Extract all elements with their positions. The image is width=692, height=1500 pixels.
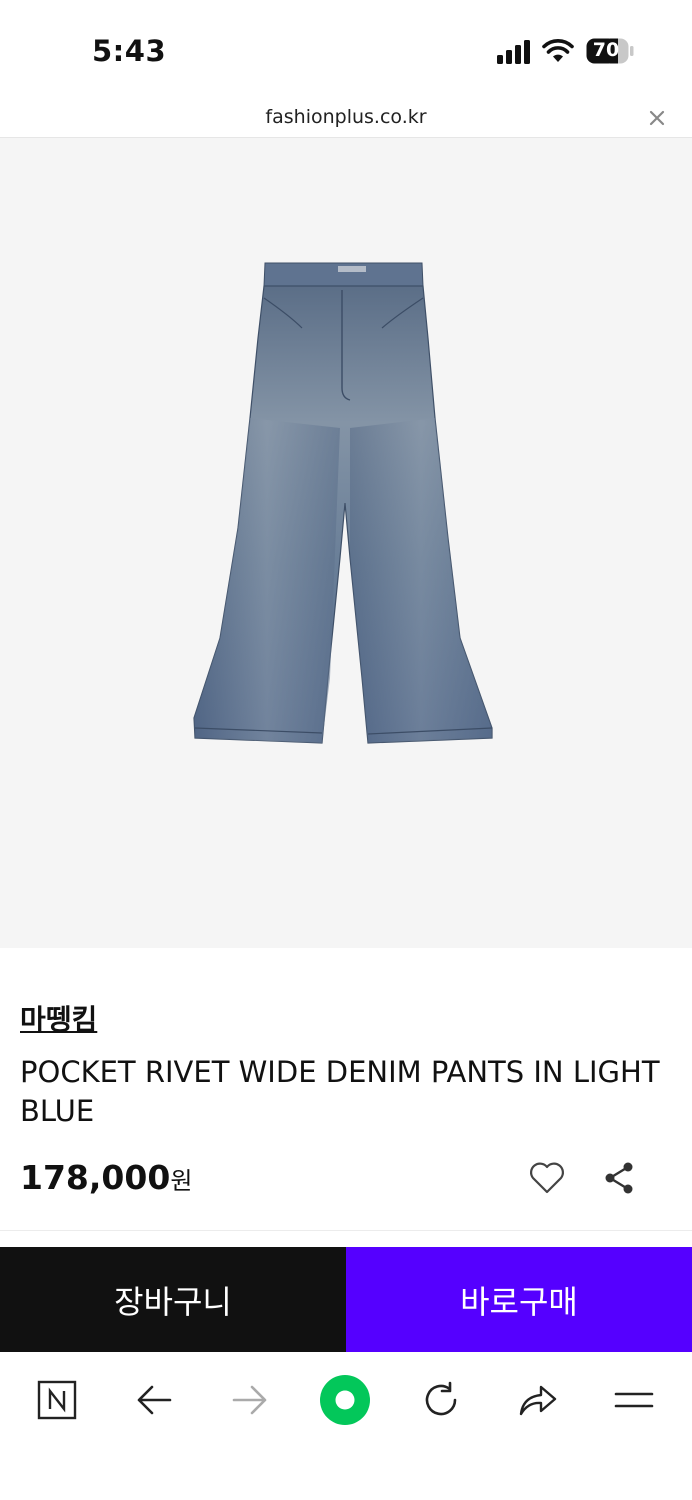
green-dot-icon [320, 1375, 370, 1425]
product-image-area[interactable] [0, 138, 692, 948]
share-page-button[interactable] [512, 1374, 564, 1426]
menu-icon [614, 1392, 654, 1408]
heart-icon[interactable] [528, 1160, 566, 1196]
close-icon[interactable] [647, 108, 667, 128]
menu-button[interactable] [608, 1374, 660, 1426]
share-icon[interactable] [602, 1160, 636, 1196]
back-button[interactable] [128, 1374, 180, 1426]
brand-link[interactable]: 마뗑킴 [20, 998, 97, 1038]
purchase-bar: 장바구니 바로구매 [0, 1247, 692, 1352]
price-value: 178,000 [20, 1158, 171, 1197]
product-name: POCKET RIVET WIDE DENIM PANTS IN LIGHT B… [20, 1055, 660, 1128]
jeans-photo [193, 262, 493, 744]
refresh-button[interactable] [415, 1374, 467, 1426]
url-bar[interactable]: fashionplus.co.kr [0, 100, 692, 138]
naver-home-button[interactable] [31, 1374, 83, 1426]
add-to-cart-button[interactable]: 장바구니 [0, 1247, 346, 1352]
battery-level: 70 [592, 39, 620, 61]
share-arrow-icon [519, 1385, 557, 1416]
forward-button[interactable] [224, 1374, 276, 1426]
green-dot-button[interactable] [319, 1374, 371, 1426]
naver-home-icon [37, 1380, 77, 1420]
wifi-icon [542, 39, 574, 62]
status-bar: 5:43 70 [0, 0, 692, 100]
divider [0, 1230, 692, 1231]
product-price: 178,000원 [20, 1158, 192, 1197]
price-currency: 원 [170, 1167, 193, 1195]
buy-now-button[interactable]: 바로구매 [346, 1247, 692, 1352]
cellular-signal-icon [497, 40, 530, 64]
back-arrow-icon [137, 1385, 172, 1415]
browser-toolbar [0, 1352, 692, 1500]
status-time: 5:43 [92, 34, 167, 68]
forward-arrow-icon [232, 1385, 267, 1415]
battery-icon: 70 [586, 38, 634, 64]
refresh-icon [425, 1381, 457, 1416]
url-text[interactable]: fashionplus.co.kr [0, 106, 692, 128]
